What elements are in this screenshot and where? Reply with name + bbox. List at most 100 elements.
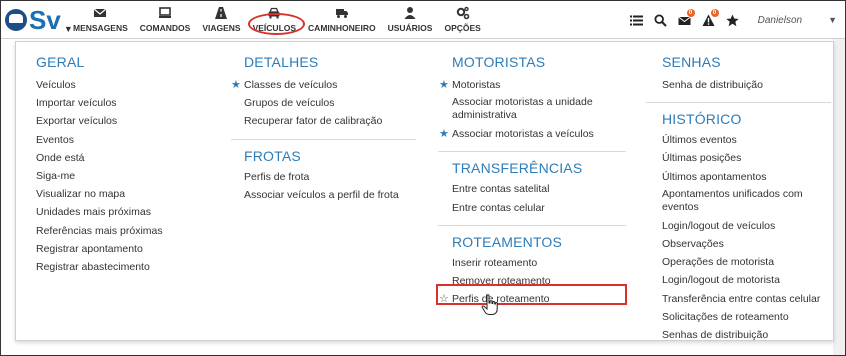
user-icon xyxy=(404,7,416,19)
menu-item[interactable]: Associar veículos a perfil de frota xyxy=(244,186,416,204)
menu-item[interactable]: Senhas de distribuição xyxy=(662,326,831,344)
search-button[interactable] xyxy=(650,10,672,30)
nav-item-caminhoneiro[interactable]: CAMINHONEIRO xyxy=(308,1,376,39)
menu-item[interactable]: Últimos apontamentos xyxy=(662,168,831,186)
star-icon[interactable]: ★ xyxy=(231,76,241,94)
menu-list-senhas: Senha de distribuição xyxy=(662,76,831,94)
menu-item[interactable]: Registrar apontamento xyxy=(36,240,226,258)
menu-item-favorite[interactable]: ★ Classes de veículos xyxy=(231,76,416,94)
menu-item[interactable]: Senha de distribuição xyxy=(662,76,831,94)
section-title-roteamentos: ROTEAMENTOS xyxy=(452,233,563,250)
menu-item[interactable]: Operações de motorista xyxy=(662,253,831,271)
right-toolbar: 0 0 Danielson ▼ xyxy=(624,1,837,39)
section-title-motoristas: MOTORISTAS xyxy=(452,54,546,70)
menu-item[interactable]: Eventos xyxy=(36,131,226,149)
menu-item[interactable]: Entre contas satelital xyxy=(452,180,626,198)
search-icon xyxy=(654,13,667,27)
star-icon[interactable]: ★ xyxy=(439,76,449,94)
menu-item[interactable]: Últimas posições xyxy=(662,149,831,167)
star-icon xyxy=(726,14,739,26)
active-nav-highlight xyxy=(247,13,305,35)
road-icon xyxy=(215,7,228,19)
menu-item[interactable]: Visualizar no mapa xyxy=(36,185,226,203)
main-nav: MENSAGENS COMANDOS VIAGENS VEÍCULOS CAMI… xyxy=(73,1,493,39)
menu-item[interactable]: Referências mais próximas xyxy=(36,222,226,240)
menu-item[interactable]: Solicitações de roteamento xyxy=(662,308,831,326)
section-title-geral: GERAL xyxy=(36,54,85,70)
menu-item[interactable]: Observações xyxy=(662,235,831,253)
menu-list-detalhes: ★ Classes de veículos Grupos de veículos … xyxy=(231,76,416,131)
menu-item-label: Classes de veículos xyxy=(244,79,338,91)
column-senhas: SENHAS Senha de distribuição HISTÓRICO Ú… xyxy=(646,52,831,344)
menu-item[interactable]: Unidades mais próximas xyxy=(36,203,226,221)
screenshot-frame: Sv ▼ MENSAGENS COMANDOS VIAGENS VEÍCULOS xyxy=(0,0,846,356)
alert-badge: 0 xyxy=(710,9,719,17)
section-title-detalhes: DETALHES xyxy=(244,54,319,70)
menu-list-historico: Últimos eventos Últimas posições Últimos… xyxy=(662,131,831,344)
section-title-transferencias: TRANSFERÊNCIAS xyxy=(452,160,583,177)
highlight-box xyxy=(436,284,627,305)
menu-item[interactable]: Recuperar fator de calibração xyxy=(244,112,416,130)
nav-item-usuarios[interactable]: USUÁRIOS xyxy=(387,1,433,39)
menu-item[interactable]: Apontamentos unificados com eventos xyxy=(662,186,831,217)
menu-item[interactable]: Login/logout de motorista xyxy=(662,271,831,289)
monitor-icon xyxy=(159,7,172,18)
section-title-historico: HISTÓRICO xyxy=(662,111,742,128)
menu-item-favorite[interactable]: ★ Motoristas xyxy=(439,76,626,94)
menu-item[interactable]: Inserir roteamento xyxy=(452,254,626,272)
nav-item-viagens[interactable]: VIAGENS xyxy=(202,1,241,39)
logo-icon xyxy=(5,9,27,31)
menu-item[interactable]: Perfis de frota xyxy=(244,168,416,186)
menu-item[interactable]: Login/logout de veículos xyxy=(662,217,831,235)
menu-item[interactable]: Grupos de veículos xyxy=(244,94,416,112)
hand-cursor-icon xyxy=(481,294,498,315)
menu-item[interactable]: Siga-me xyxy=(36,167,226,185)
column-detalhes: DETALHES ★ Classes de veículos Grupos de … xyxy=(231,52,416,204)
menu-item-favorite[interactable]: ★ Associar motoristas a veículos xyxy=(439,125,626,143)
nav-item-mensagens[interactable]: MENSAGENS xyxy=(73,1,128,39)
nav-label: USUÁRIOS xyxy=(387,23,433,33)
divider xyxy=(438,151,626,153)
mail-button[interactable]: 0 xyxy=(674,9,696,30)
user-name[interactable]: Danielson xyxy=(758,15,802,26)
menu-item[interactable]: Associar motoristas a unidade administra… xyxy=(452,94,626,125)
logo-caret-icon[interactable]: ▼ xyxy=(64,24,73,34)
menu-list-motoristas: ★ Motoristas Associar motoristas a unidad… xyxy=(439,76,626,143)
list-button[interactable] xyxy=(626,10,648,30)
menu-item-label: Associar motoristas a veículos xyxy=(452,128,594,141)
section-title-frotas: FROTAS xyxy=(244,147,301,164)
top-navbar: Sv ▼ MENSAGENS COMANDOS VIAGENS VEÍCULOS xyxy=(1,1,845,39)
menu-list-transferencias: Entre contas satelital Entre contas celu… xyxy=(452,180,626,216)
star-icon[interactable]: ★ xyxy=(439,125,449,143)
mail-badge: 0 xyxy=(686,9,695,17)
menu-item-label: Motoristas xyxy=(452,79,501,91)
menu-item[interactable]: Veículos xyxy=(36,76,226,94)
menu-item[interactable]: Exportar veículos xyxy=(36,112,226,130)
nav-label: MENSAGENS xyxy=(73,23,128,33)
menu-item[interactable]: Registrar abastecimento xyxy=(36,258,226,276)
logo-text: Sv xyxy=(29,5,61,35)
vehicles-mega-menu: GERAL Veículos Importar veículos Exporta… xyxy=(15,41,834,341)
menu-item[interactable]: Onde está xyxy=(36,149,226,167)
gears-icon xyxy=(456,6,469,20)
nav-item-opcoes[interactable]: OPÇÕES xyxy=(444,1,481,39)
nav-label: CAMINHONEIRO xyxy=(308,23,376,33)
user-menu-caret-icon[interactable]: ▼ xyxy=(828,15,837,25)
menu-item[interactable]: Últimos eventos xyxy=(662,131,831,149)
column-motoristas: MOTORISTAS ★ Motoristas Associar motorist… xyxy=(438,52,626,308)
menu-list-frotas: Perfis de frota Associar veículos a perf… xyxy=(244,168,416,204)
nav-item-comandos[interactable]: COMANDOS xyxy=(139,1,191,39)
section-title-senhas: SENHAS xyxy=(662,54,721,70)
menu-item[interactable]: Entre contas celular xyxy=(452,199,626,217)
divider xyxy=(231,138,416,140)
nav-label: COMANDOS xyxy=(139,23,191,33)
alerts-button[interactable]: 0 xyxy=(698,9,720,30)
list-icon xyxy=(630,15,644,25)
column-geral: GERAL Veículos Importar veículos Exporta… xyxy=(36,52,226,276)
favorites-button[interactable] xyxy=(722,10,744,30)
divider xyxy=(438,224,626,226)
nav-item-veiculos[interactable]: VEÍCULOS xyxy=(247,1,305,39)
menu-item[interactable]: Importar veículos xyxy=(36,94,226,112)
menu-item[interactable]: Transferência entre contas celular xyxy=(662,290,831,308)
app-logo[interactable]: Sv ▼ xyxy=(5,5,73,35)
